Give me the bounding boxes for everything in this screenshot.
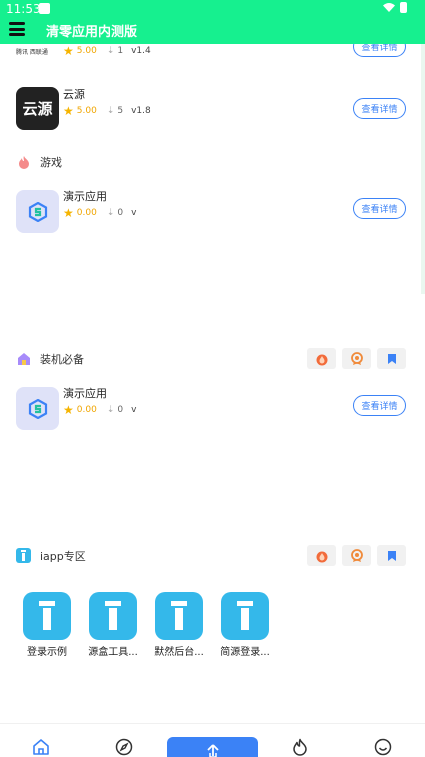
app-meta: ★ 0.00 ⇣ 0 v	[63, 403, 136, 417]
app-downloads: 0	[117, 208, 124, 218]
upload-button[interactable]	[167, 737, 258, 757]
detail-button[interactable]: 查看详情	[353, 98, 406, 119]
app-version: v1.4	[131, 46, 151, 56]
detail-button[interactable]: 查看详情	[353, 395, 406, 416]
app-name: 演示应用	[63, 387, 107, 400]
page-title: 清零应用内测版	[46, 25, 138, 40]
app-rating: 5.00	[76, 106, 97, 116]
iapp-icon	[16, 548, 31, 563]
download-icon: ⇣	[106, 405, 115, 415]
upload-icon	[206, 744, 219, 757]
app-meta: ★ 0.00 ⇣ 0 v	[63, 206, 136, 220]
star-icon: ★	[63, 104, 74, 118]
app-meta: ★ 5.00 ⇣ 1 v1.4	[63, 44, 151, 58]
house-icon	[16, 351, 31, 366]
app-version: v	[131, 405, 137, 415]
compass-icon[interactable]	[113, 736, 135, 757]
section-essentials-header: 装机必备	[16, 348, 408, 370]
section-games-header: 游戏	[16, 151, 408, 173]
star-icon: ★	[63, 44, 74, 58]
iapp-grid: 登录示例 源盒工具... 默然后台... 简源登录...	[23, 592, 270, 658]
smile-icon[interactable]	[372, 736, 394, 757]
fire-icon[interactable]	[307, 348, 336, 369]
fire-icon[interactable]	[307, 545, 336, 566]
iapp-tile-icon	[221, 592, 269, 640]
download-icon: ⇣	[106, 208, 115, 218]
scroll-edge	[421, 44, 425, 294]
home-icon[interactable]	[30, 736, 52, 757]
bottom-nav	[0, 723, 425, 757]
star-icon: ★	[63, 403, 74, 417]
app-rating: 0.00	[76, 405, 97, 415]
app-version: v1.8	[131, 106, 151, 116]
app-name: 云源	[63, 88, 85, 101]
section-iapp-header: iapp专区	[16, 545, 408, 567]
detail-button[interactable]: 查看详情	[353, 198, 406, 219]
section-title: iapp专区	[40, 550, 86, 563]
app-screen: 腾讯 西联通 ★ 5.00 ⇣ 1 v1.4 查看详情 11:53 清零应用内测…	[0, 0, 425, 757]
iapp-item[interactable]: 默然后台...	[154, 592, 204, 658]
award-icon[interactable]	[342, 348, 371, 369]
app-meta: ★ 5.00 ⇣ 5 v1.8	[63, 104, 151, 118]
app-downloads: 5	[117, 106, 124, 116]
s-logo-icon	[28, 201, 47, 222]
iapp-item[interactable]: 源盒工具...	[88, 592, 138, 658]
iapp-item-label: 源盒工具...	[88, 647, 138, 658]
app-icon-yunyuan: 云源	[16, 87, 59, 130]
fire-icon	[16, 154, 31, 169]
app-row-essentials-demo[interactable]: 演示应用 ★ 0.00 ⇣ 0 v 查看详情	[16, 387, 408, 435]
status-icons	[383, 2, 407, 13]
s-logo-icon	[28, 398, 47, 419]
app-version: v	[131, 208, 137, 218]
app-rating: 0.00	[76, 208, 97, 218]
bookmark-icon[interactable]	[377, 545, 406, 566]
section-actions	[307, 545, 406, 566]
app-row-yunyuan[interactable]: 云源 云源 ★ 5.00 ⇣ 5 v1.8 查看详情	[16, 87, 408, 135]
app-header: 11:53 清零应用内测版	[0, 0, 425, 44]
app-downloads: 1	[117, 46, 124, 56]
menu-icon[interactable]	[9, 22, 25, 36]
app-icon-demo	[16, 190, 59, 233]
battery-icon	[400, 2, 407, 13]
iapp-item-label: 默然后台...	[154, 647, 204, 658]
section-actions	[307, 348, 406, 369]
download-icon: ⇣	[106, 106, 115, 116]
iapp-item[interactable]: 登录示例	[23, 592, 71, 658]
section-title: 游戏	[40, 156, 62, 169]
iapp-item-label: 简源登录...	[220, 647, 270, 658]
iapp-tile-icon	[155, 592, 203, 640]
flame-icon[interactable]	[289, 736, 311, 757]
download-icon: ⇣	[106, 46, 115, 56]
iapp-item-label: 登录示例	[27, 647, 67, 658]
app-rating: 5.00	[76, 46, 97, 56]
section-title: 装机必备	[40, 353, 84, 366]
iapp-tile-icon	[23, 592, 71, 640]
app-name: 演示应用	[63, 190, 107, 203]
app-icon-text: 腾讯 西联通	[16, 49, 48, 56]
iapp-item[interactable]: 简源登录...	[220, 592, 270, 658]
award-icon[interactable]	[342, 545, 371, 566]
iapp-tile-icon	[89, 592, 137, 640]
wifi-icon	[383, 3, 395, 12]
app-row-game-demo[interactable]: 演示应用 ★ 0.00 ⇣ 0 v 查看详情	[16, 190, 408, 238]
bookmark-icon[interactable]	[377, 348, 406, 369]
app-icon-demo	[16, 387, 59, 430]
app-downloads: 0	[117, 405, 124, 415]
notification-icon	[39, 3, 50, 14]
star-icon: ★	[63, 206, 74, 220]
status-time: 11:53	[6, 2, 41, 16]
